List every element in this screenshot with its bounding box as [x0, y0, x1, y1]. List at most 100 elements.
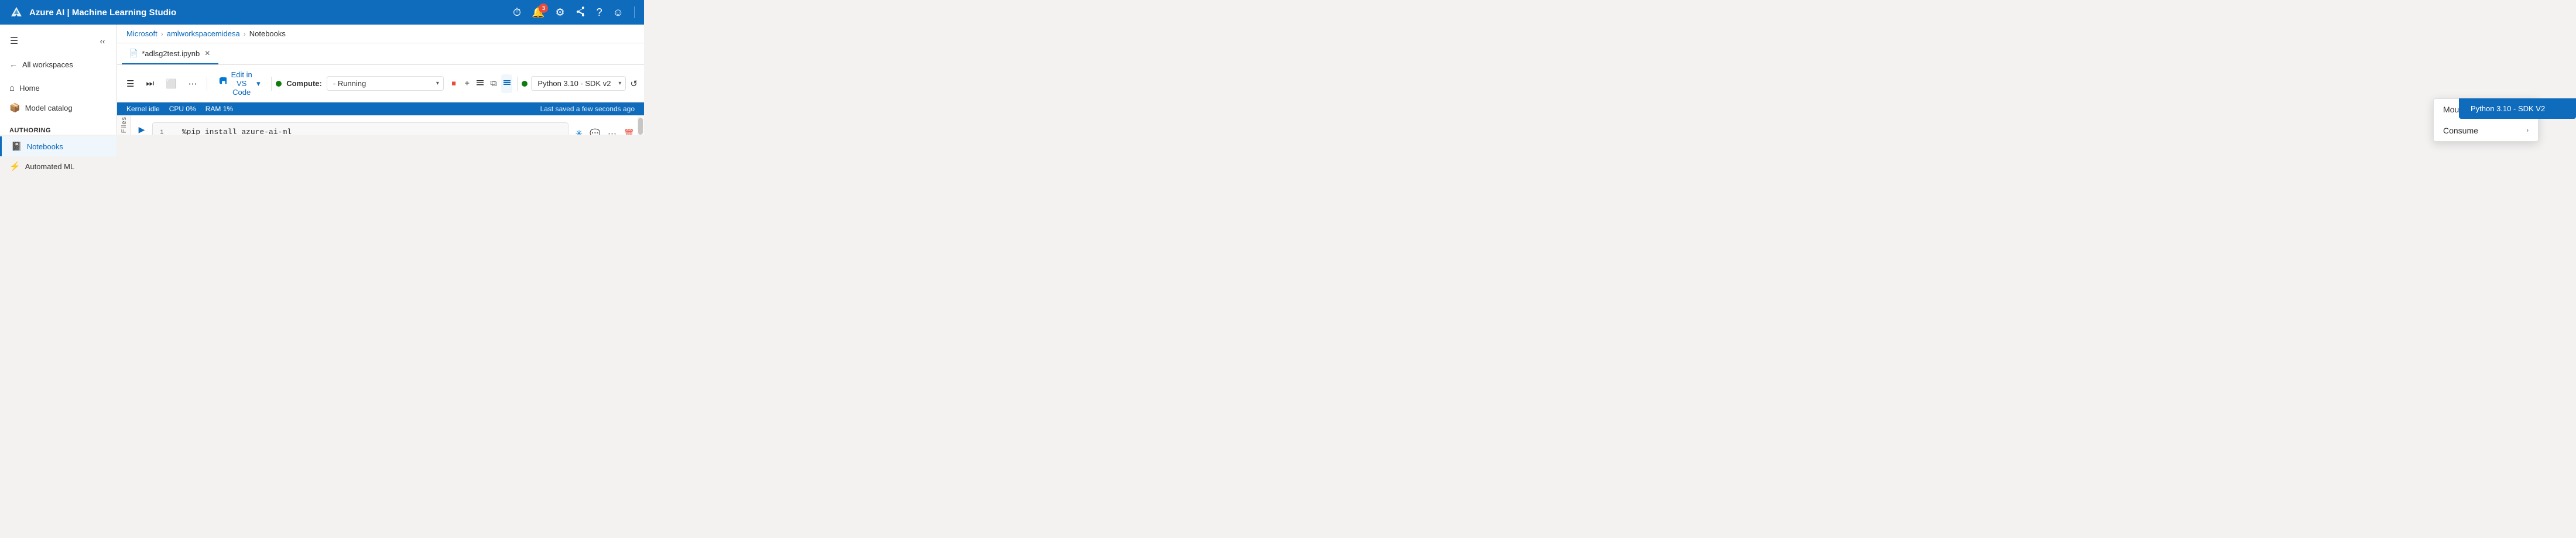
menu-icon: ☰	[126, 78, 134, 89]
tab-notebook[interactable]: 📄 *adlsg2test.ipynb ✕	[122, 43, 218, 64]
notifications-icon[interactable]: 🔔 3	[532, 6, 544, 19]
run-all-btn[interactable]: ⏭	[141, 76, 159, 91]
save-status: Last saved a few seconds ago	[540, 105, 635, 113]
storage-btn[interactable]	[501, 74, 512, 93]
toolbar-divider-2	[271, 77, 272, 91]
more-icon: ⋯	[189, 78, 197, 89]
cell-actions: ✳ 💬 ⋯ 🗑	[573, 122, 637, 135]
copy-cell-icon: ⧉	[491, 78, 497, 88]
back-arrow-icon: ←	[9, 60, 18, 69]
move-cell-btn[interactable]	[475, 74, 486, 93]
move-cell-icon	[475, 78, 485, 90]
cell-line-number: 1	[160, 129, 177, 135]
tab-close-btn[interactable]: ✕	[203, 48, 211, 59]
breadcrumb-sep-1: ›	[161, 30, 163, 38]
scrollbar[interactable]	[637, 115, 644, 135]
sidebar-toggle-btn[interactable]: ☰	[5, 32, 23, 50]
history-icon[interactable]: ⏱	[513, 6, 521, 19]
breadcrumb-sep-2: ›	[244, 30, 246, 38]
dropdown-consume-label: Consume	[2443, 126, 2478, 135]
share-icon[interactable]	[576, 6, 586, 19]
stop-compute-btn[interactable]: ⏹	[448, 74, 460, 93]
cell-code[interactable]: 1 %pip install azure-ai-ml	[153, 123, 568, 135]
status-bar: Kernel idle CPU 0% RAM 1% Last saved a f…	[117, 102, 644, 115]
tab-label: *adlsg2test.ipynb	[142, 49, 200, 58]
kernel-refresh-btn[interactable]: ↺	[628, 74, 639, 93]
ram-status: RAM 1%	[205, 105, 233, 113]
kernel-select[interactable]: Python 3.10 - SDK v2	[531, 76, 626, 91]
compute-status-dot	[276, 81, 282, 87]
kernel-select-section: Python 3.10 - SDK v2 ▾	[522, 76, 626, 91]
more-options-btn[interactable]: ⋯	[184, 76, 202, 92]
back-to-workspaces-btn[interactable]: ← All workspaces	[0, 55, 117, 74]
tab-bar: 📄 *adlsg2test.ipynb ✕	[117, 43, 644, 65]
azure-logo-icon	[9, 5, 23, 19]
dropdown-item-consume[interactable]: Consume ›	[2434, 120, 2538, 141]
stop-icon: ⬜	[166, 78, 177, 89]
home-icon: ⌂	[9, 83, 15, 93]
edit-vs-code-btn[interactable]: Edit in VS Code ▾	[211, 67, 266, 100]
sidebar-item-home[interactable]: ⌂ Home	[0, 78, 117, 98]
kernel-status-dot	[522, 81, 527, 87]
account-icon[interactable]: ☺	[613, 6, 624, 19]
header-right: ⏱ 🔔 3 ⚙ ? ☺	[513, 6, 635, 19]
breadcrumb-current: Notebooks	[249, 29, 286, 38]
stop-btn[interactable]: ⬜	[161, 76, 181, 92]
sidebar-item-label-notebooks: Notebooks	[27, 142, 63, 151]
compute-select-wrap: - Running ▾	[327, 76, 444, 91]
app-title: Azure AI | Machine Learning Studio	[29, 8, 176, 18]
sidebar: ☰ ‹‹ ← All workspaces ⌂ Home 📦 Model cat…	[0, 25, 117, 135]
authoring-section-label: Authoring	[0, 122, 117, 136]
cell-delete-btn[interactable]: 🗑	[621, 126, 637, 135]
add-cell-btn[interactable]: +	[461, 74, 472, 93]
kernel-status: Kernel idle	[126, 105, 160, 113]
sidebar-item-label-home: Home	[19, 84, 40, 92]
copy-cell-btn[interactable]: ⧉	[488, 74, 499, 93]
compute-section: Compute: - Running ▾	[276, 76, 444, 91]
add-cell-icon: +	[464, 78, 470, 88]
notebooks-icon: 📓	[11, 141, 22, 152]
kernel-submenu-result: Python 3.10 - SDK V2	[2459, 98, 2576, 119]
help-icon[interactable]: ?	[597, 6, 602, 19]
stop-compute-icon: ⏹	[451, 78, 456, 88]
kernel-select-container: Python 3.10 - SDK v2 ▾	[531, 76, 626, 91]
notebook-area: Files ▶ ▾ 1 %pip install azure-ai-ml	[117, 115, 644, 135]
breadcrumb: Microsoft › amlworkspacemidesa › Noteboo…	[117, 25, 644, 43]
notebook-cells: ▶ ▾ 1 %pip install azure-ai-ml [1]	[131, 115, 637, 135]
cell-comment-btn[interactable]: 💬	[587, 126, 603, 135]
header-left: Azure AI | Machine Learning Studio	[9, 5, 176, 19]
vs-code-icon	[217, 77, 227, 90]
kernel-submenu-value: Python 3.10 - SDK V2	[2471, 104, 2545, 113]
content-area: Microsoft › amlworkspacemidesa › Noteboo…	[117, 25, 644, 135]
back-label: All workspaces	[22, 60, 73, 69]
sidebar-item-model-catalog[interactable]: 📦 Model catalog	[0, 98, 117, 118]
toolbar: ☰ ⏭ ⬜ ⋯ Edit in VS Code ▾ Comp	[117, 65, 644, 102]
cpu-status: CPU 0%	[169, 105, 196, 113]
breadcrumb-microsoft[interactable]: Microsoft	[126, 29, 157, 38]
edit-vs-label: Edit in VS Code	[230, 70, 253, 97]
cell-body: 1 %pip install azure-ai-ml [1] ✓ 3 sec	[152, 122, 568, 135]
sidebar-item-automated-ml[interactable]: ⚡ Automated ML	[0, 156, 117, 176]
compute-label: Compute:	[286, 79, 322, 88]
compute-select[interactable]: - Running	[327, 76, 444, 91]
settings-icon[interactable]: ⚙	[555, 6, 564, 19]
cell-more-btn[interactable]: ⋯	[605, 126, 619, 135]
menu-btn[interactable]: ☰	[122, 76, 139, 92]
files-panel[interactable]: Files	[117, 115, 131, 135]
sidebar-item-notebooks[interactable]: 📓 Notebooks	[0, 136, 117, 156]
run-cell-btn[interactable]: ▶	[139, 125, 145, 135]
cell-code-content: %pip install azure-ai-ml	[182, 128, 292, 135]
top-header: Azure AI | Machine Learning Studio ⏱ 🔔 3…	[0, 0, 644, 25]
notification-badge: 3	[539, 4, 548, 13]
breadcrumb-workspace[interactable]: amlworkspacemidesa	[167, 29, 240, 38]
table-row: ▶ ▾ 1 %pip install azure-ai-ml [1]	[131, 120, 637, 135]
model-catalog-icon: 📦	[9, 102, 20, 113]
main-layout: ☰ ‹‹ ← All workspaces ⌂ Home 📦 Model cat…	[0, 25, 644, 135]
run-all-icon: ⏭	[146, 78, 154, 88]
sidebar-expand-btn[interactable]: ‹‹	[93, 32, 112, 50]
cell-asterisk-btn[interactable]: ✳	[573, 126, 585, 135]
cell-controls: ▶ ▾	[131, 122, 152, 135]
header-divider	[634, 6, 635, 18]
kernel-refresh-icon: ↺	[630, 78, 638, 89]
storage-icon	[502, 78, 512, 90]
